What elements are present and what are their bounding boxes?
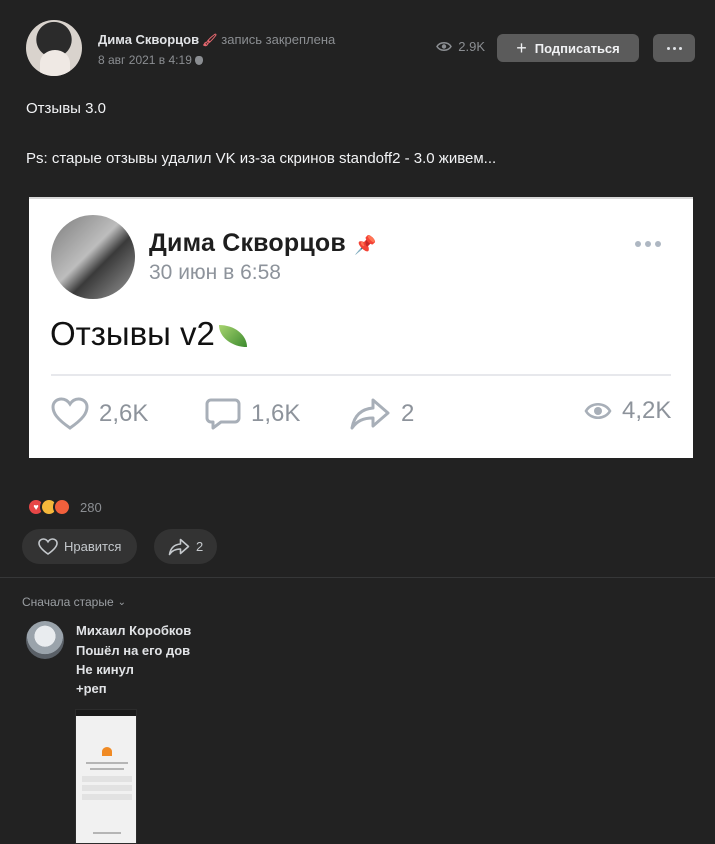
comment-author[interactable]: Михаил Коробков (76, 623, 191, 638)
comment-text-line: +реп (76, 681, 107, 696)
embed-shares-count: 2 (401, 400, 415, 427)
comment-attachment-image[interactable] (75, 709, 137, 844)
embed-views-count: 4,2K (622, 397, 672, 424)
sort-label: Сначала старые (22, 595, 114, 609)
embed-shares: 2 (349, 397, 414, 431)
like-button[interactable]: Нравится (22, 529, 138, 564)
post-author-name[interactable]: Дима Скворцов (98, 32, 199, 47)
pinned-note: запись закреплена (221, 32, 336, 47)
more-dot (672, 46, 676, 50)
embed-divider (51, 374, 671, 376)
thumb-text (93, 832, 121, 834)
heart-outline-icon (38, 537, 58, 556)
comment-text-line: Пошёл на его дов (76, 643, 191, 658)
post-author[interactable]: Дима Скворцов 🖌 запись закреплена (98, 32, 335, 47)
heart-outline-icon (51, 397, 89, 431)
comment-avatar[interactable] (26, 621, 64, 659)
subscribe-button[interactable]: + Подписаться (497, 34, 639, 62)
post-date[interactable]: 8 авг 2021 в 4:19 (98, 53, 203, 67)
thumb-text (90, 768, 124, 770)
leaf-icon (218, 325, 247, 347)
comment-text-line: Не кинул (76, 662, 134, 677)
comment-bubble-icon (205, 397, 241, 431)
thumb-row (82, 776, 132, 782)
embed-date: 30 июн в 6:58 (149, 261, 281, 284)
pin-icon: 📌 (353, 235, 377, 255)
share-arrow-icon (168, 538, 190, 556)
reactions-summary[interactable]: ♥ 280 (27, 498, 102, 516)
post-date-text[interactable]: 8 авг 2021 в 4:19 (98, 53, 192, 67)
post-text-line1: Отзывы 3.0 (26, 100, 106, 117)
embed-more-icon (635, 241, 661, 247)
plus-icon: + (516, 38, 527, 58)
thumb-row (82, 794, 132, 800)
thumb-logo (102, 747, 112, 756)
views-counter: 2.9K (436, 39, 485, 54)
apple-icon (194, 56, 203, 65)
angry-face-icon (53, 498, 71, 516)
brush-icon: 🖌 (202, 33, 218, 47)
thumb-status-bar (76, 710, 136, 716)
thumb-row (82, 785, 132, 791)
embed-title: Отзывы v2 (50, 315, 247, 353)
embed-author-name: Дима Скворцов (149, 229, 346, 257)
author-avatar[interactable] (26, 20, 82, 76)
post-text-line2: Ps: старые отзывы удалил VK из-за скрино… (26, 150, 497, 167)
embed-comments-count: 1,6K (251, 400, 301, 427)
eye-icon (436, 41, 453, 52)
embed-comments: 1,6K (205, 397, 300, 431)
more-dot (678, 46, 682, 50)
embed-likes: 2,6K (51, 397, 148, 431)
embed-avatar (51, 215, 135, 299)
section-divider (0, 577, 715, 578)
comments-sort[interactable]: Сначала старые ⌄ (22, 595, 126, 609)
chevron-down-icon: ⌄ (117, 596, 127, 608)
like-label: Нравится (64, 539, 122, 554)
embed-likes-count: 2,6K (99, 400, 149, 427)
thumb-text (86, 762, 128, 764)
embed-top-border (29, 197, 693, 199)
eye-icon (584, 401, 612, 421)
more-dots-icon (666, 46, 670, 50)
share-arrow-icon (349, 397, 391, 431)
share-button[interactable]: 2 (154, 529, 218, 564)
share-count: 2 (196, 539, 204, 554)
more-options-button[interactable] (653, 34, 695, 62)
subscribe-label: Подписаться (534, 40, 620, 56)
attached-image[interactable]: Дима Скворцов 📌 30 июн в 6:58 Отзывы v2 2… (29, 197, 693, 458)
embed-author: Дима Скворцов 📌 (149, 229, 377, 258)
reaction-count: 280 (80, 499, 102, 515)
embed-title-text: Отзывы v2 (50, 315, 215, 352)
post-header: Дима Скворцов 🖌 запись закреплена 8 авг 20… (26, 20, 695, 76)
views-count: 2.9K (458, 39, 485, 54)
embed-views: 4,2K (584, 397, 671, 425)
